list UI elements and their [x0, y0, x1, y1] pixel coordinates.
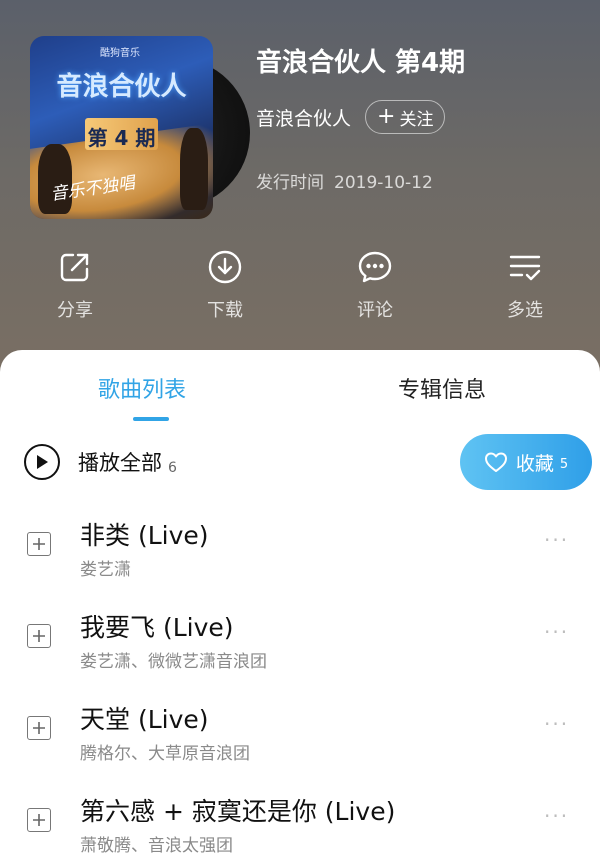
plus-icon	[33, 722, 45, 734]
follow-button[interactable]: + 关注	[365, 100, 446, 134]
play-all-label: 播放全部	[78, 451, 162, 475]
cover-episode: 第 4 期	[87, 126, 156, 150]
tab-song-list[interactable]: 歌曲列表	[98, 372, 186, 404]
play-all-count: 6	[168, 460, 177, 476]
song-title: 天堂 (Live)	[80, 705, 209, 734]
song-row[interactable]: 非类 (Live) 娄艺潇 ···	[0, 506, 600, 598]
heart-icon	[484, 452, 507, 472]
comment-label: 评论	[357, 300, 393, 321]
download-button[interactable]: 下载	[150, 248, 300, 322]
song-title: 我要飞 (Live)	[80, 613, 234, 642]
collect-count: 5	[559, 457, 569, 472]
plus-icon	[33, 630, 45, 642]
comment-icon	[358, 251, 392, 283]
collect-button[interactable]: 收藏 5	[460, 434, 592, 490]
song-sheet: 歌曲列表 专辑信息 播放全部 6 收藏 5 非类 (Live) 娄艺潇 ··· …	[0, 350, 600, 856]
cover-brand: 酷狗音乐	[100, 48, 140, 59]
song-row[interactable]: 天堂 (Live) 腾格尔、大草原音浪团 ···	[0, 690, 600, 782]
release-date: 2019-10-12	[334, 173, 433, 193]
collect-label: 收藏	[515, 452, 554, 475]
more-options-icon[interactable]: ···	[544, 620, 569, 644]
download-icon	[208, 250, 242, 284]
share-button[interactable]: 分享	[0, 248, 150, 322]
comment-button[interactable]: 评论	[300, 248, 450, 322]
song-row[interactable]: 第六感 + 寂寞还是你 (Live) 萧敬腾、音浪太强团 ···	[0, 782, 600, 856]
play-icon	[24, 444, 60, 480]
cover-show-title: 音浪合伙人	[56, 72, 187, 102]
release-label: 发行时间	[256, 173, 324, 193]
add-song-button[interactable]	[27, 808, 51, 832]
artist-name[interactable]: 音浪合伙人	[256, 104, 351, 131]
song-singer: 萧敬腾、音浪太强团	[80, 836, 233, 856]
multi-select-icon	[509, 255, 541, 281]
download-label: 下载	[207, 300, 243, 321]
song-singer: 娄艺潇	[80, 560, 131, 580]
play-all-button[interactable]: 播放全部 6	[24, 444, 177, 480]
song-singer: 腾格尔、大草原音浪团	[80, 744, 250, 764]
action-bar: 分享 下载 评论 多选	[0, 248, 600, 322]
release-info: 发行时间 2019-10-12	[256, 168, 433, 193]
album-cover[interactable]: 酷狗音乐 音浪合伙人 第 4 期 音乐不独唱	[30, 36, 213, 219]
album-title: 音浪合伙人 第4期	[256, 48, 466, 78]
follow-label: 关注	[399, 109, 434, 130]
plus-icon	[33, 814, 45, 826]
more-options-icon[interactable]: ···	[544, 712, 569, 736]
song-title: 第六感 + 寂寞还是你 (Live)	[80, 797, 396, 826]
song-row[interactable]: 我要飞 (Live) 娄艺潇、微微艺潇音浪团 ···	[0, 598, 600, 690]
add-song-button[interactable]	[27, 532, 51, 556]
share-icon	[60, 253, 89, 282]
share-label: 分享	[57, 300, 93, 321]
song-singer: 娄艺潇、微微艺潇音浪团	[80, 652, 267, 672]
active-tab-indicator	[133, 417, 169, 421]
plus-icon	[33, 538, 45, 550]
song-title: 非类 (Live)	[80, 521, 209, 550]
multi-select-button[interactable]: 多选	[450, 248, 600, 322]
multi-select-label: 多选	[507, 300, 543, 321]
artist-row: 音浪合伙人 + 关注	[256, 100, 446, 134]
more-options-icon[interactable]: ···	[544, 804, 569, 828]
add-song-button[interactable]	[27, 716, 51, 740]
plus-icon: +	[377, 104, 396, 129]
more-options-icon[interactable]: ···	[544, 528, 569, 552]
tab-album-info[interactable]: 专辑信息	[398, 372, 486, 404]
add-song-button[interactable]	[27, 624, 51, 648]
